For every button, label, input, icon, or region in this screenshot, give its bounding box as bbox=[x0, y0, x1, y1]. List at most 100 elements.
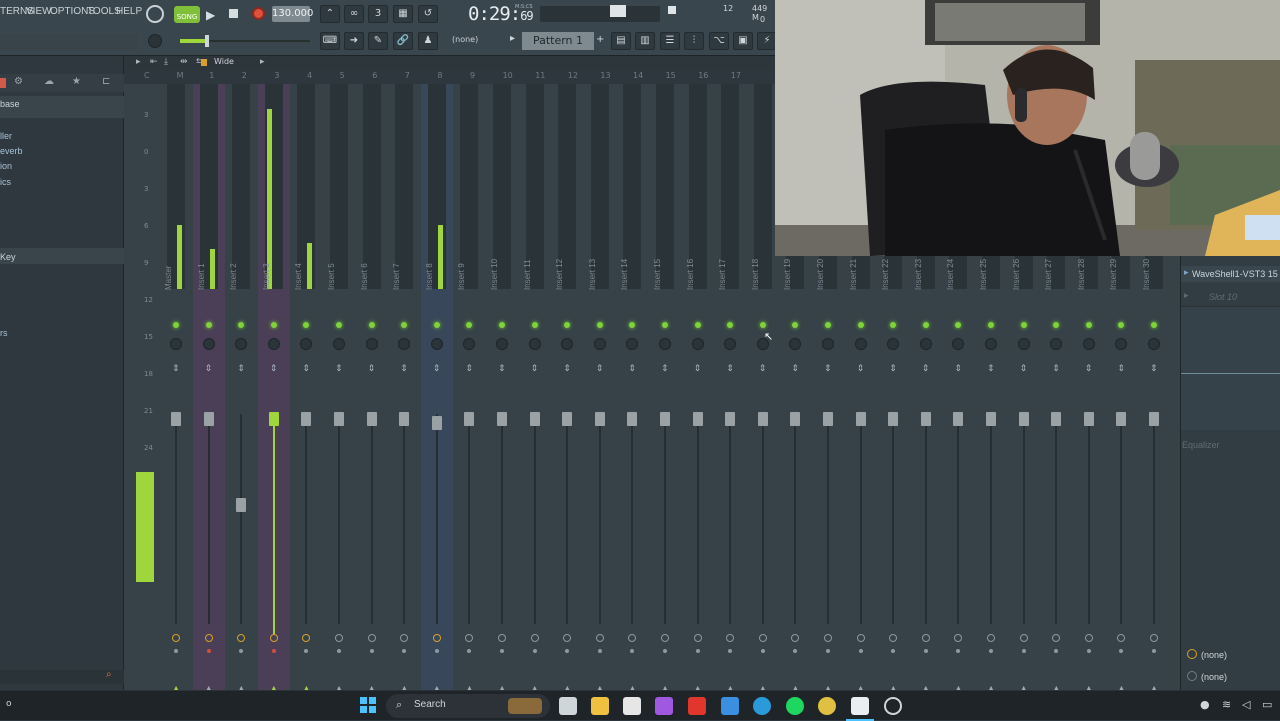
pan-knob[interactable] bbox=[789, 338, 802, 350]
send-knob[interactable] bbox=[921, 634, 930, 642]
stamp-icon[interactable]: ♟ bbox=[418, 32, 438, 50]
track-dot[interactable] bbox=[467, 649, 472, 653]
track-dot[interactable] bbox=[500, 649, 504, 653]
stereo-separation-icon[interactable]: ⇕ bbox=[205, 364, 213, 374]
master-pitch-handle[interactable] bbox=[205, 35, 209, 47]
pan-knob[interactable] bbox=[854, 338, 867, 350]
pan-knob[interactable] bbox=[1017, 338, 1030, 350]
send-knob[interactable] bbox=[1117, 634, 1126, 642]
volume-fader[interactable] bbox=[627, 412, 638, 426]
pan-knob[interactable] bbox=[1148, 338, 1160, 350]
send-knob[interactable] bbox=[693, 634, 702, 642]
browser-item-controller[interactable]: ller bbox=[0, 131, 12, 141]
send-knob[interactable] bbox=[954, 634, 963, 642]
track-enable-led[interactable] bbox=[368, 322, 375, 328]
track-dot[interactable] bbox=[271, 649, 276, 653]
pan-knob[interactable] bbox=[1082, 338, 1095, 350]
track-dot[interactable] bbox=[337, 649, 341, 653]
volume-fader[interactable] bbox=[1149, 412, 1159, 426]
browser-icon[interactable]: ▣ bbox=[733, 32, 753, 50]
volume-fader[interactable] bbox=[823, 412, 833, 426]
track-label[interactable]: Insert 9 bbox=[457, 254, 466, 290]
battery-icon[interactable]: ▭ bbox=[1262, 698, 1272, 711]
volume-fader[interactable] bbox=[953, 412, 964, 426]
output-routing[interactable]: (none) bbox=[1201, 650, 1227, 660]
track-label[interactable]: Insert 11 bbox=[523, 254, 532, 290]
track-enable-led[interactable] bbox=[238, 322, 245, 328]
track-enable-led[interactable] bbox=[433, 322, 440, 328]
stereo-separation-icon[interactable]: ⇕ bbox=[1020, 364, 1028, 374]
store-icon[interactable] bbox=[623, 697, 641, 715]
send-knob[interactable] bbox=[758, 634, 767, 642]
track-label[interactable]: Insert 17 bbox=[718, 254, 727, 290]
mixer-track[interactable]: Insert 6 ⇕ ▲ bbox=[356, 84, 388, 693]
track-enable-led[interactable] bbox=[466, 322, 473, 328]
playlist-icon[interactable]: ▤ bbox=[611, 32, 631, 50]
stereo-separation-icon[interactable]: ⇕ bbox=[791, 364, 799, 374]
volume-fader[interactable] bbox=[301, 412, 312, 426]
send-knob[interactable] bbox=[856, 634, 865, 642]
snap-icon[interactable]: ➜ bbox=[344, 32, 364, 50]
track-dot[interactable] bbox=[434, 649, 439, 653]
track-label[interactable]: Insert 3 bbox=[262, 254, 271, 290]
track-enable-led[interactable] bbox=[1020, 322, 1027, 328]
pan-knob[interactable] bbox=[626, 338, 639, 350]
fx-arrow-icon[interactable]: ▸ bbox=[1184, 268, 1189, 278]
volume-icon[interactable]: ◁ bbox=[1242, 698, 1250, 711]
typing-keyboard-icon[interactable]: ⌨ bbox=[320, 32, 340, 50]
track-label[interactable]: Master bbox=[164, 254, 173, 290]
mixer-view-arrow-icon[interactable]: ▸ bbox=[260, 57, 265, 67]
volume-fader[interactable] bbox=[986, 412, 996, 426]
browser-search-icon[interactable]: ⌕ bbox=[106, 669, 112, 680]
track-enable-led[interactable] bbox=[499, 322, 505, 328]
windows-start-icon[interactable] bbox=[360, 697, 376, 713]
send-knob[interactable] bbox=[628, 634, 637, 642]
input-routing[interactable]: (none) bbox=[1201, 672, 1227, 682]
pan-knob[interactable] bbox=[952, 338, 965, 350]
track-label[interactable]: Insert 12 bbox=[555, 254, 564, 290]
stereo-separation-icon[interactable]: ⇕ bbox=[889, 364, 897, 374]
metronome-icon[interactable]: ⌃ bbox=[320, 5, 340, 23]
track-dot[interactable] bbox=[565, 649, 570, 653]
send-knob[interactable] bbox=[1052, 634, 1061, 642]
volume-fader[interactable] bbox=[1116, 412, 1127, 426]
pattern-prev-icon[interactable]: ▸ bbox=[510, 33, 515, 44]
send-knob[interactable] bbox=[791, 634, 800, 642]
track-dot[interactable] bbox=[989, 649, 993, 653]
track-dot[interactable] bbox=[956, 649, 961, 653]
send-knob[interactable] bbox=[335, 634, 343, 642]
stereo-separation-icon[interactable]: ⇕ bbox=[661, 364, 669, 374]
record-mode-icon[interactable] bbox=[146, 5, 164, 23]
track-enable-led[interactable] bbox=[629, 322, 636, 328]
lastpass-icon[interactable] bbox=[688, 697, 706, 715]
track-dot[interactable] bbox=[923, 649, 928, 653]
pan-knob[interactable] bbox=[985, 338, 997, 350]
chrome-icon[interactable] bbox=[818, 697, 836, 715]
track-label[interactable]: Insert 28 bbox=[1077, 254, 1086, 290]
track-enable-led[interactable] bbox=[922, 322, 929, 328]
project-icon[interactable]: ⌥ bbox=[709, 32, 729, 50]
song-mode-button[interactable]: SONG bbox=[174, 6, 200, 23]
volume-fader[interactable] bbox=[594, 412, 605, 426]
spotify-icon[interactable] bbox=[786, 697, 804, 715]
track-label[interactable]: Insert 10 bbox=[490, 254, 499, 290]
pan-knob[interactable] bbox=[300, 338, 313, 350]
track-dot[interactable] bbox=[826, 649, 830, 653]
track-dot[interactable] bbox=[402, 649, 407, 653]
plugin-icon[interactable]: ⚡ bbox=[757, 32, 777, 50]
mixer-menu-icon[interactable]: ▸ bbox=[136, 57, 141, 67]
browser-cloud-icon[interactable]: ☁ bbox=[44, 76, 54, 87]
track-dot[interactable] bbox=[597, 649, 602, 653]
track-label[interactable]: Insert 7 bbox=[392, 254, 401, 290]
send-knob[interactable] bbox=[824, 634, 832, 642]
track-enable-led[interactable] bbox=[1085, 322, 1092, 328]
send-knob[interactable] bbox=[302, 634, 311, 642]
track-enable-led[interactable] bbox=[596, 322, 603, 328]
browser-item-reverb[interactable]: everb bbox=[0, 146, 23, 156]
mixer-track[interactable]: Insert 15 ⇕ ▲ bbox=[649, 84, 681, 693]
track-dot[interactable] bbox=[369, 649, 374, 653]
step-edit-icon[interactable]: ▦ bbox=[393, 5, 413, 23]
pan-knob[interactable] bbox=[235, 338, 248, 350]
mixer-minimize-icon[interactable]: ⇤ bbox=[150, 57, 158, 67]
pan-knob[interactable] bbox=[822, 338, 834, 350]
